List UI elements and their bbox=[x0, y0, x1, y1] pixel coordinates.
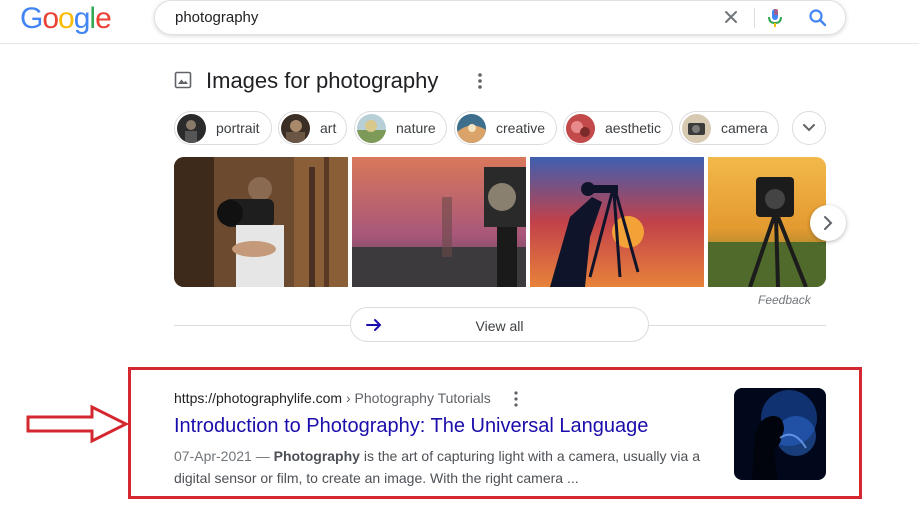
google-logo[interactable]: Google bbox=[20, 2, 112, 36]
clear-search-button[interactable] bbox=[721, 7, 741, 27]
chevron-down-icon bbox=[803, 124, 815, 132]
chip-portrait[interactable]: portrait bbox=[174, 111, 272, 145]
logo-letter-g1: G bbox=[20, 2, 43, 35]
carousel-next-button[interactable] bbox=[810, 205, 846, 241]
chip-art[interactable]: art bbox=[278, 111, 347, 145]
logo-letter-g2: g bbox=[73, 2, 91, 35]
chip-camera[interactable]: camera bbox=[679, 111, 779, 145]
view-all-label: View all bbox=[475, 318, 524, 334]
close-icon bbox=[725, 11, 737, 23]
images-section-title: Images for photography bbox=[206, 68, 439, 93]
image-result[interactable] bbox=[530, 157, 704, 287]
chip-label: camera bbox=[721, 120, 768, 136]
chip-creative-thumbnail bbox=[457, 114, 486, 143]
voice-search-button[interactable] bbox=[765, 7, 785, 29]
header-bar: Google photography bbox=[0, 0, 919, 44]
chip-nature[interactable]: nature bbox=[354, 111, 447, 145]
search-icon bbox=[809, 9, 827, 27]
feedback-link[interactable]: Feedback bbox=[758, 293, 811, 307]
image-result[interactable] bbox=[708, 157, 826, 287]
more-options-icon[interactable] bbox=[472, 70, 488, 92]
chip-nature-thumbnail bbox=[357, 114, 386, 143]
chevron-right-icon bbox=[824, 216, 833, 230]
view-all-button[interactable]: View all bbox=[350, 307, 649, 342]
image-results-carousel bbox=[174, 157, 826, 287]
divider-left bbox=[174, 325, 350, 326]
chip-aesthetic-thumbnail bbox=[566, 114, 595, 143]
logo-letter-o2: o bbox=[58, 2, 75, 35]
result-title-link[interactable]: Introduction to Photography: The Univers… bbox=[174, 415, 648, 438]
search-box[interactable]: photography bbox=[154, 0, 846, 35]
chip-label: nature bbox=[396, 120, 436, 136]
mic-icon bbox=[768, 9, 782, 27]
divider-right bbox=[649, 325, 826, 326]
logo-letter-o1: o bbox=[42, 2, 59, 35]
search-button[interactable] bbox=[807, 7, 829, 29]
chip-label: portrait bbox=[216, 120, 260, 136]
result-snippet: 07-Apr-2021 — Photography is the art of … bbox=[174, 445, 714, 489]
chip-label: aesthetic bbox=[605, 120, 662, 136]
result-snippet-keyword: Photography bbox=[273, 448, 360, 464]
more-chips-button[interactable] bbox=[792, 111, 826, 145]
chip-aesthetic[interactable]: aesthetic bbox=[563, 111, 673, 145]
result-breadcrumb: › Photography Tutorials bbox=[342, 390, 491, 406]
chip-portrait-thumbnail bbox=[177, 114, 206, 143]
chip-camera-thumbnail bbox=[682, 114, 711, 143]
search-divider bbox=[754, 8, 755, 28]
chip-art-thumbnail bbox=[281, 114, 310, 143]
chip-label: creative bbox=[496, 120, 546, 136]
image-result[interactable] bbox=[174, 157, 348, 287]
red-arrow-annotation bbox=[26, 404, 130, 444]
image-icon bbox=[174, 71, 192, 89]
image-result[interactable] bbox=[352, 157, 526, 287]
result-thumbnail[interactable] bbox=[734, 388, 826, 480]
result-more-options-icon[interactable] bbox=[508, 390, 524, 408]
result-date: 07-Apr-2021 — bbox=[174, 448, 270, 464]
chip-label: art bbox=[320, 120, 337, 136]
result-url[interactable]: https://photographylife.com › Photograph… bbox=[174, 390, 491, 406]
search-input[interactable]: photography bbox=[175, 9, 258, 26]
logo-letter-e: e bbox=[95, 2, 112, 35]
result-domain: https://photographylife.com bbox=[174, 390, 343, 406]
chip-creative[interactable]: creative bbox=[454, 111, 557, 145]
